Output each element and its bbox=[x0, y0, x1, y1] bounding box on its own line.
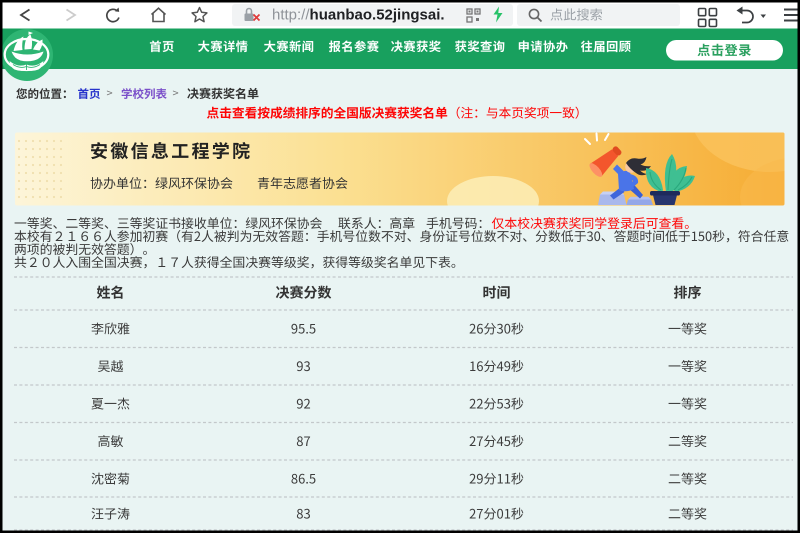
svg-text:http://huanbao.52jingsai.: http://huanbao.52jingsai. bbox=[272, 7, 445, 24]
